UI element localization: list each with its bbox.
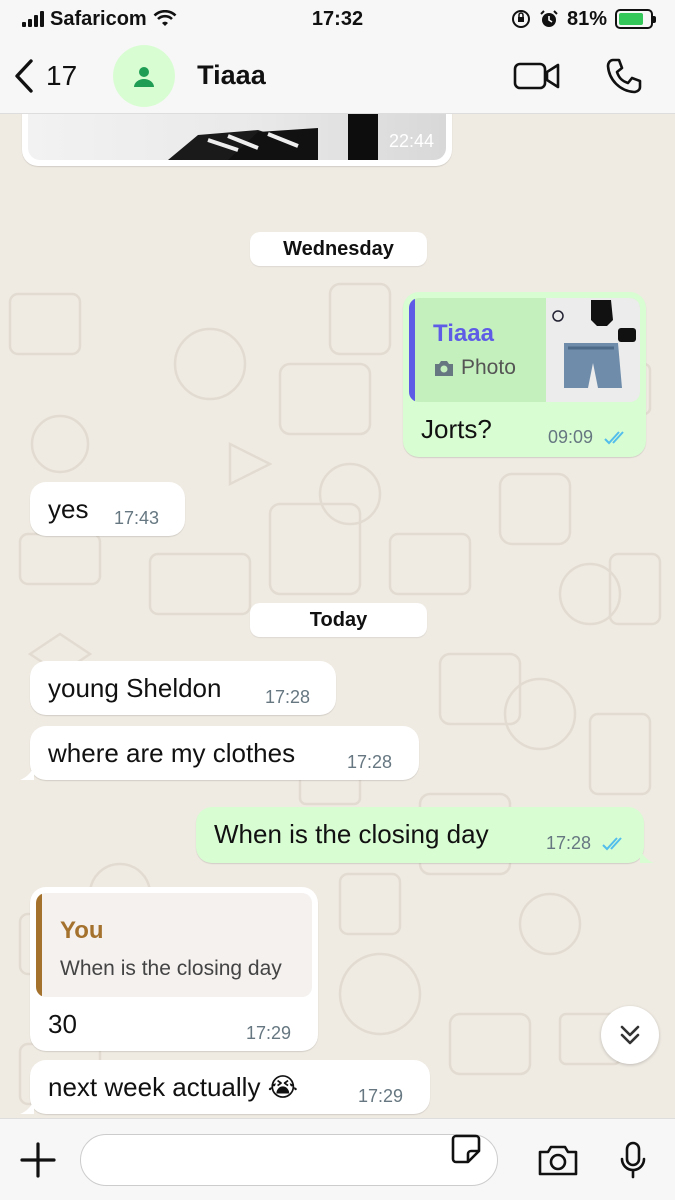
wifi-icon: [153, 10, 177, 26]
camera-icon: [435, 361, 453, 376]
bubble-tail: [640, 849, 654, 863]
orientation-lock-icon: [511, 10, 530, 28]
quoted-author: You: [60, 917, 104, 944]
message-text: When is the closing day: [214, 819, 489, 849]
date-separator: Today: [250, 603, 427, 637]
message-time: 22:44: [388, 131, 434, 151]
reply-message[interactable]: Tiaaa Photo Jorts? 09:09: [403, 292, 646, 457]
message-time: 17:29: [358, 1086, 404, 1106]
incoming-message[interactable]: yes 17:43: [30, 482, 185, 536]
message-text: Jorts?: [421, 414, 492, 444]
read-ticks-icon: [602, 837, 622, 851]
plus-icon[interactable]: [20, 1141, 56, 1178]
outgoing-message[interactable]: When is the closing day 17:28: [196, 807, 644, 863]
chat-header: 17 Tiaaa: [0, 38, 675, 114]
battery-icon: [615, 9, 656, 29]
unread-count: 17: [46, 59, 78, 91]
avatar[interactable]: [113, 44, 176, 107]
quoted-photo[interactable]: Tiaaa Photo: [409, 298, 640, 402]
chat-area[interactable]: 22:44 Wednesday Tiaaa Photo Jorts? 09:09…: [0, 114, 675, 1118]
read-ticks-icon: [604, 431, 624, 445]
date-separator: Wednesday: [250, 232, 427, 266]
message-composer: [0, 1118, 675, 1200]
quoted-type: Photo: [461, 356, 516, 379]
message-text: young Sheldon: [48, 673, 222, 703]
contact-name[interactable]: Tiaaa: [197, 60, 266, 91]
status-bar: Safaricom 17:32 81%: [0, 0, 675, 38]
back-chevron-icon: [15, 58, 33, 93]
bubble-tail: [20, 1100, 34, 1114]
double-chevron-down-icon: [620, 1025, 640, 1045]
video-call-icon[interactable]: [513, 60, 561, 92]
microphone-icon[interactable]: [619, 1141, 647, 1179]
cellular-signal-icon: [22, 11, 44, 27]
message-time: 17:43: [114, 508, 160, 528]
quoted-text: When is the closing day: [60, 957, 282, 980]
message-time: 17:28: [347, 752, 393, 772]
camera-icon[interactable]: [537, 1143, 579, 1177]
message-text: where are my clothes: [48, 738, 296, 768]
shoe-photo[interactable]: 22:44: [28, 114, 446, 160]
scroll-to-bottom-button[interactable]: [601, 1006, 659, 1064]
bubble-tail: [20, 766, 34, 780]
back-button[interactable]: 17: [14, 58, 78, 93]
carrier-name: Safaricom: [50, 7, 147, 30]
incoming-message[interactable]: next week actually 😭 17:29: [30, 1060, 430, 1114]
quoted-message[interactable]: You When is the closing day: [36, 893, 312, 997]
battery-percent: 81%: [566, 7, 607, 30]
quoted-author: Tiaaa: [433, 320, 494, 347]
incoming-message[interactable]: where are my clothes 17:28: [30, 726, 419, 780]
message-text: yes: [48, 494, 89, 524]
jorts-thumbnail: [546, 298, 640, 402]
message-time: 17:28: [546, 833, 628, 854]
outfit-image: [552, 300, 636, 388]
person-icon: [134, 66, 155, 87]
phone-icon[interactable]: [605, 57, 643, 95]
message-time: 09:09: [548, 427, 630, 448]
message-time: 17:29: [246, 1023, 292, 1043]
alarm-icon: [540, 10, 558, 27]
message-text: 30: [48, 1009, 77, 1039]
incoming-reply-message[interactable]: You When is the closing day 30 17:29: [30, 887, 318, 1051]
message-time: 17:28: [265, 687, 311, 707]
message-text: next week actually 😭: [48, 1072, 299, 1102]
sticker-icon[interactable]: [450, 1133, 482, 1165]
message-input[interactable]: [80, 1133, 498, 1186]
image-message[interactable]: 22:44: [22, 114, 452, 166]
sneakers-image: [168, 114, 378, 160]
incoming-message[interactable]: young Sheldon 17:28: [30, 661, 336, 715]
